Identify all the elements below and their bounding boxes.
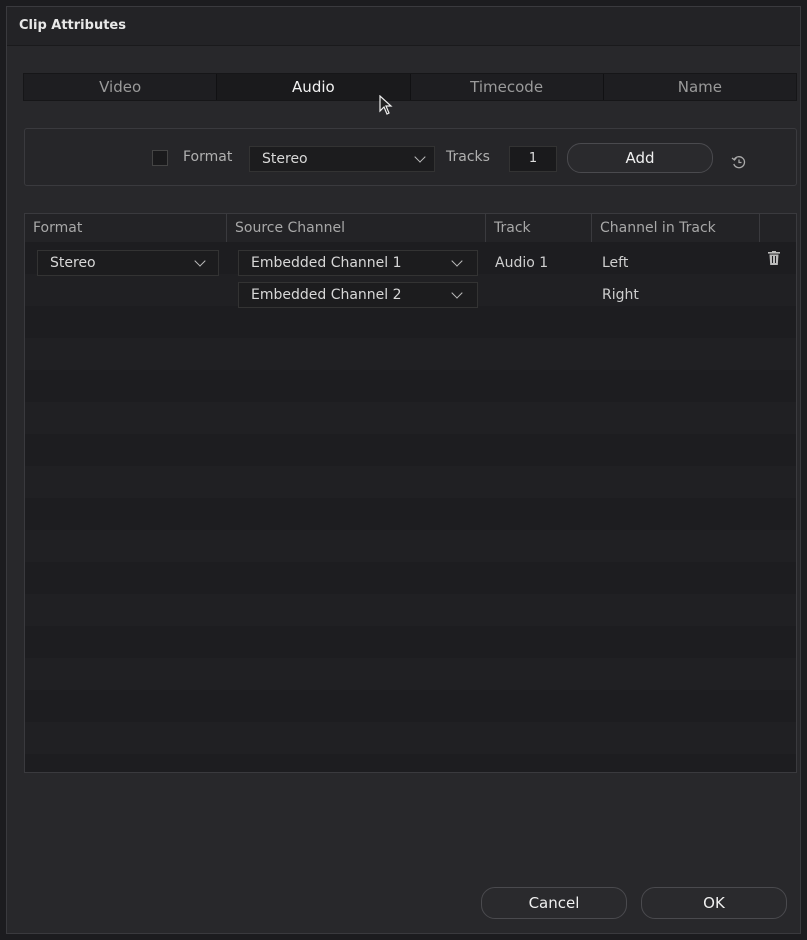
table-row-empty [25, 530, 796, 562]
format-checkbox-label: Format [183, 149, 233, 165]
add-button[interactable]: Add [567, 143, 713, 173]
table-row-empty [25, 594, 796, 626]
tab-name[interactable]: Name [604, 74, 796, 100]
source-channel-select-2[interactable]: Embedded Channel 2 [238, 282, 478, 308]
row-format-value: Stereo [50, 255, 96, 271]
table-row-empty [25, 498, 796, 530]
col-header-track: Track [486, 214, 592, 242]
reset-icon[interactable] [731, 154, 747, 170]
tab-timecode[interactable]: Timecode [411, 74, 604, 100]
audio-mapping-table: Format Source Channel Track Channel in T… [24, 213, 797, 773]
table-row-empty [25, 626, 796, 658]
channel-in-track-cell: Left [602, 255, 629, 271]
table-row-empty [25, 690, 796, 722]
chevron-down-icon [451, 255, 463, 267]
window-title: Clip Attributes [19, 18, 126, 33]
col-header-channel-in-track: Channel in Track [592, 214, 760, 242]
tracks-label: Tracks [446, 149, 490, 165]
format-select-value: Stereo [262, 151, 308, 167]
channel-in-track-cell: Right [602, 287, 639, 303]
title-bar: Clip Attributes [7, 7, 800, 46]
tracks-input[interactable]: 1 [509, 146, 557, 172]
tab-bar: Video Audio Timecode Name [23, 73, 797, 101]
row-format-select[interactable]: Stereo [37, 250, 219, 276]
chevron-down-icon [451, 287, 463, 299]
table-row-empty [25, 466, 796, 498]
table-row-empty [25, 370, 796, 402]
table-row-empty [25, 562, 796, 594]
table-row-empty [25, 402, 796, 434]
table-row-empty [25, 658, 796, 690]
track-cell: Audio 1 [495, 255, 549, 271]
table-row-empty [25, 754, 796, 772]
format-checkbox[interactable] [152, 150, 168, 166]
table-row-empty [25, 434, 796, 466]
chevron-down-icon [414, 151, 426, 163]
format-settings-panel: Format Stereo Tracks 1 Add [24, 128, 797, 186]
source-channel-select-1[interactable]: Embedded Channel 1 [238, 250, 478, 276]
ok-button[interactable]: OK [641, 887, 787, 919]
clip-attributes-dialog: Clip Attributes Video Audio Timecode Nam… [6, 6, 801, 934]
table-row-empty [25, 722, 796, 754]
format-select[interactable]: Stereo [249, 146, 435, 172]
mouse-cursor-icon [379, 95, 393, 115]
source-channel-value-2: Embedded Channel 2 [251, 287, 402, 303]
source-channel-value-1: Embedded Channel 1 [251, 255, 402, 271]
table-header: Format Source Channel Track Channel in T… [25, 214, 796, 243]
table-row-empty [25, 306, 796, 338]
table-row-empty [25, 338, 796, 370]
trash-icon[interactable] [768, 251, 780, 265]
cancel-button[interactable]: Cancel [481, 887, 627, 919]
chevron-down-icon [194, 255, 206, 267]
tab-video[interactable]: Video [24, 74, 218, 100]
col-header-source-channel: Source Channel [227, 214, 486, 242]
col-header-format: Format [25, 214, 227, 242]
